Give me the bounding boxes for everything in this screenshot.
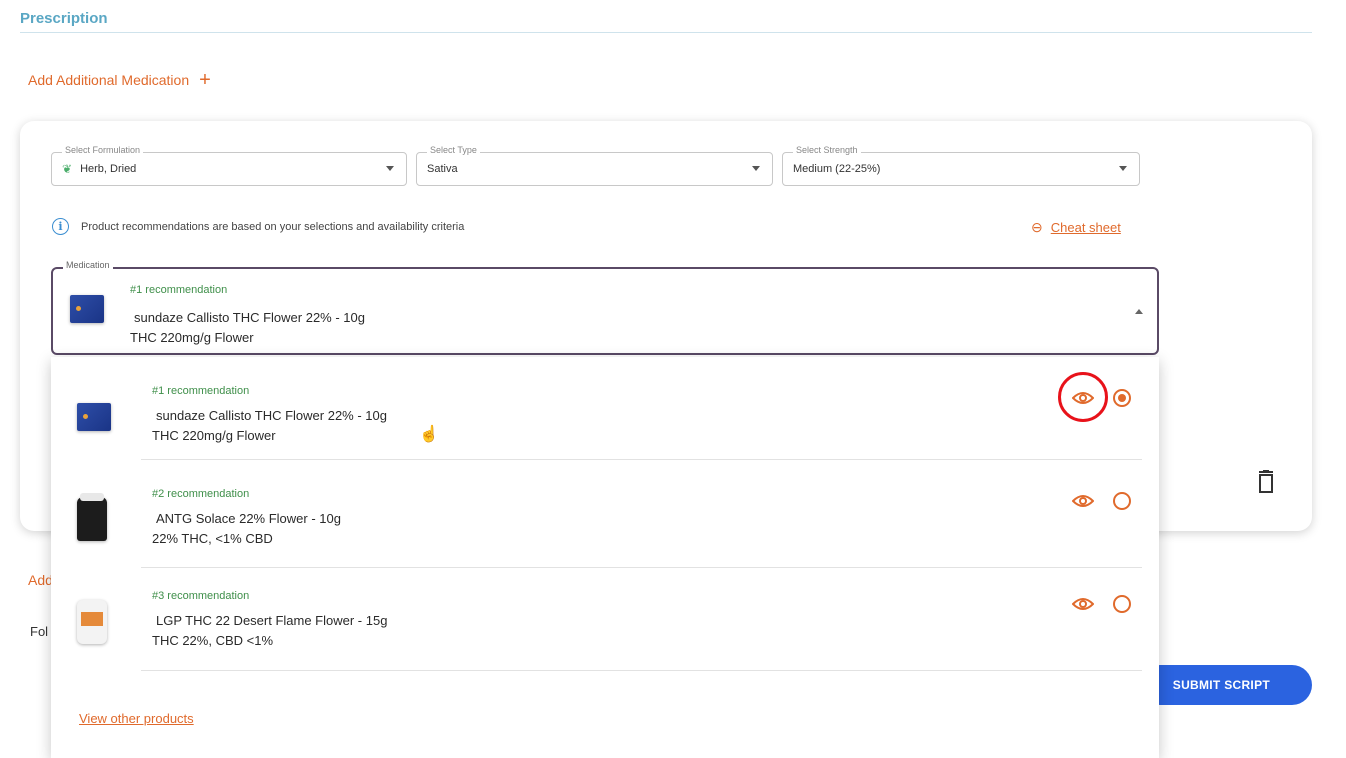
divider [141, 459, 1142, 460]
chevron-up-icon [1135, 309, 1143, 314]
selected-product-name: sundaze Callisto THC Flower 22% - 10g [134, 310, 365, 325]
info-text: Product recommendations are based on you… [81, 220, 465, 233]
option-product-desc: 22% THC, <1% CBD [152, 531, 273, 546]
cheat-sheet-label: Cheat sheet [1050, 220, 1121, 235]
chevron-down-icon [386, 166, 394, 171]
medication-select[interactable]: Medication #1 recommendation sundaze Cal… [51, 260, 1159, 355]
type-select-label: Select Type [427, 145, 480, 155]
hand-cursor-icon: ☝ [419, 426, 439, 443]
medication-label: Medication [63, 260, 113, 270]
info-icon: i [52, 218, 69, 235]
follow-up-label: Fol [30, 624, 49, 639]
submit-script-button[interactable]: SUBMIT SCRIPT [1140, 665, 1312, 705]
chevron-down-icon [1119, 166, 1127, 171]
option-product-name: LGP THC 22 Desert Flame Flower - 15g [156, 613, 388, 628]
option-rec-tag: #1 recommendation [152, 385, 250, 397]
type-value: Sativa [427, 163, 458, 175]
trash-icon[interactable] [1257, 470, 1275, 500]
formulation-value: Herb, Dried [80, 163, 137, 175]
info-row: i Product recommendations are based on y… [52, 218, 464, 235]
option-radio[interactable] [1113, 492, 1131, 510]
formulation-select[interactable]: Select Formulation ❦ Herb, Dried [51, 145, 407, 186]
eye-icon[interactable] [1072, 494, 1094, 508]
option-product-desc: THC 220mg/g Flower [152, 428, 276, 443]
additional-section-label: Add [28, 572, 53, 588]
add-medication-button[interactable]: Add Additional Medication + [28, 69, 211, 91]
plus-icon: + [199, 69, 211, 91]
cheat-sheet-link[interactable]: ⊖ Cheat sheet [1031, 219, 1121, 236]
section-title: Prescription [20, 10, 108, 27]
selected-product-desc: THC 220mg/g Flower [130, 330, 254, 345]
list-item[interactable]: #3 recommendation LGP THC 22 Desert Flam… [51, 568, 1159, 671]
product-thumbnail [77, 600, 107, 644]
product-thumbnail [70, 295, 104, 323]
option-product-name: sundaze Callisto THC Flower 22% - 10g [156, 408, 387, 423]
eye-icon[interactable] [1072, 597, 1094, 611]
formulation-select-label: Select Formulation [62, 145, 144, 155]
option-product-name: ANTG Solace 22% Flower - 10g [156, 511, 341, 526]
strength-value: Medium (22-25%) [793, 163, 881, 175]
add-medication-label: Add Additional Medication [28, 72, 190, 88]
type-select[interactable]: Select Type Sativa [416, 145, 773, 186]
option-text: #1 recommendation sundaze Callisto THC F… [152, 385, 387, 445]
product-thumbnail [77, 403, 111, 431]
medication-dropdown: #1 recommendation sundaze Callisto THC F… [51, 357, 1159, 758]
link-icon: ⊖ [1031, 219, 1043, 235]
option-radio[interactable] [1113, 389, 1131, 407]
strength-select-label: Select Strength [793, 145, 861, 155]
option-text: #2 recommendation ANTG Solace 22% Flower… [152, 488, 341, 548]
strength-select[interactable]: Select Strength Medium (22-25%) [782, 145, 1140, 186]
option-rec-tag: #2 recommendation [152, 488, 250, 500]
option-text: #3 recommendation LGP THC 22 Desert Flam… [152, 590, 387, 650]
section-divider [20, 32, 1312, 33]
divider [141, 670, 1142, 671]
view-other-products-link[interactable]: View other products [79, 711, 194, 726]
list-item[interactable]: #1 recommendation sundaze Callisto THC F… [51, 357, 1159, 460]
selected-rec-tag: #1 recommendation [130, 284, 228, 296]
list-item[interactable]: #2 recommendation ANTG Solace 22% Flower… [51, 465, 1159, 568]
option-radio[interactable] [1113, 595, 1131, 613]
eye-highlight-circle [1058, 372, 1108, 422]
product-thumbnail [77, 493, 107, 541]
leaf-icon: ❦ [62, 162, 73, 176]
chevron-down-icon [752, 166, 760, 171]
option-rec-tag: #3 recommendation [152, 590, 250, 602]
option-product-desc: THC 22%, CBD <1% [152, 633, 274, 648]
